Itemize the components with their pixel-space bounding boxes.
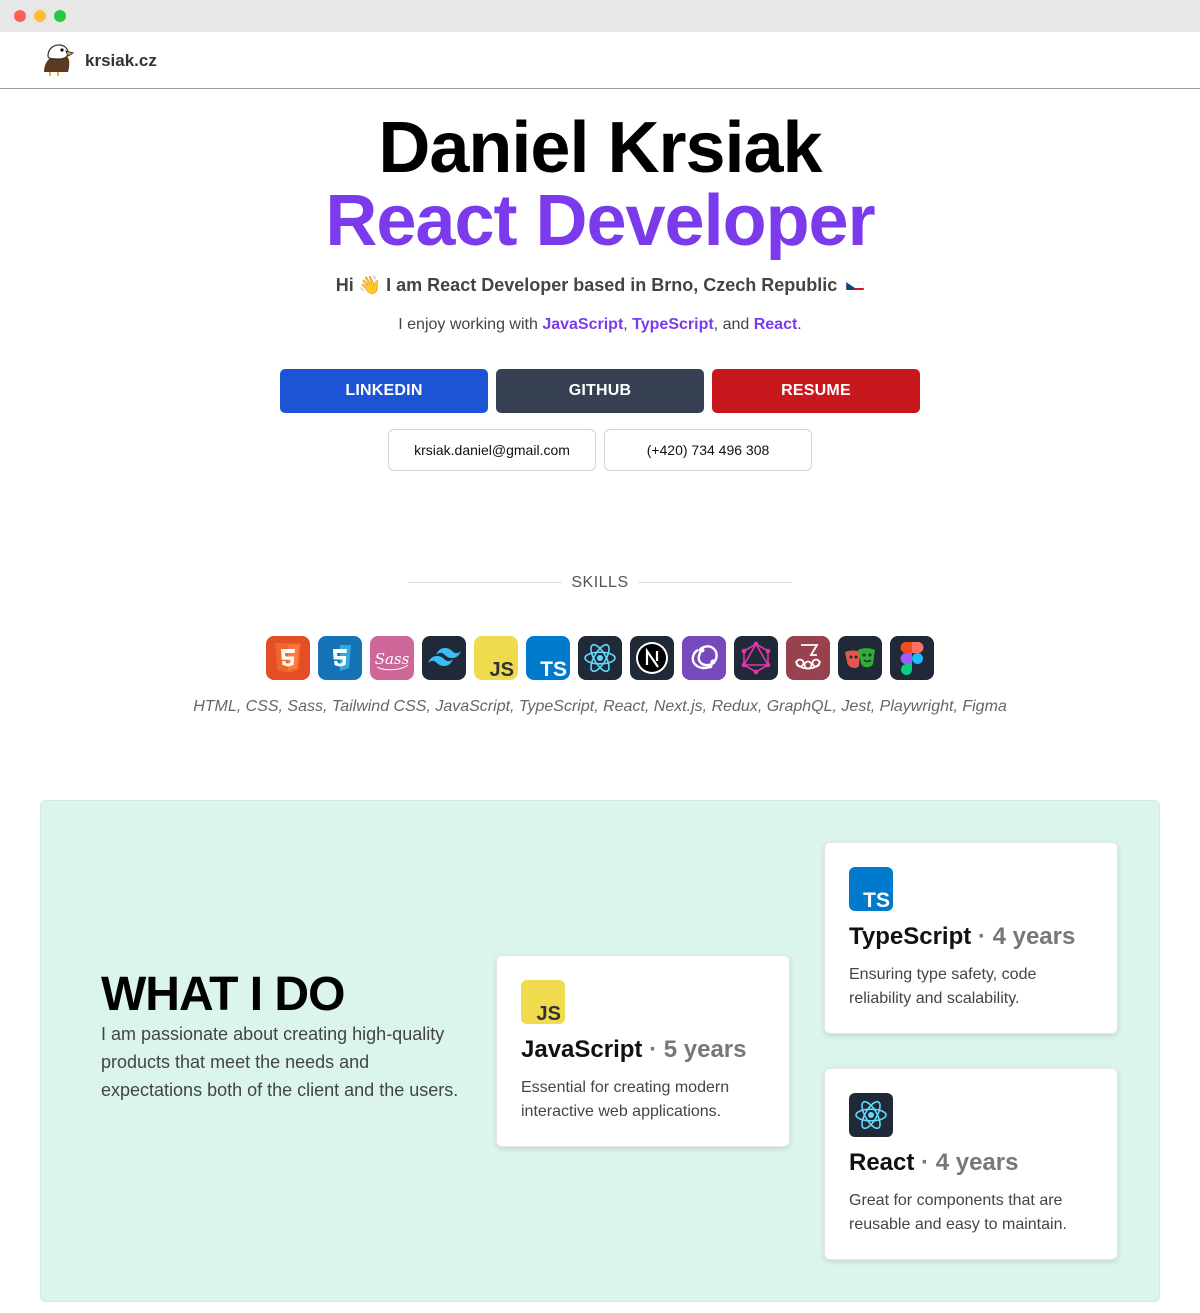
playwright-icon xyxy=(838,636,882,680)
nextjs-icon xyxy=(630,636,674,680)
javascript-icon: JS xyxy=(521,980,565,1024)
card-description: Great for components that are reusable a… xyxy=(849,1192,1067,1233)
react-icon xyxy=(578,636,622,680)
close-window-button[interactable] xyxy=(14,10,26,22)
svg-text:TS: TS xyxy=(540,658,567,680)
css3-icon xyxy=(318,636,362,680)
greeting-text: I am React Developer based in Brno, Czec… xyxy=(386,275,838,295)
skill-icons: Sass JS TS xyxy=(266,636,934,680)
eagle-icon[interactable] xyxy=(38,42,75,78)
card-years: 4 years xyxy=(992,923,1076,950)
hero-role: React Developer xyxy=(325,181,875,261)
skills-heading: SKILLS xyxy=(571,574,629,591)
jest-icon xyxy=(786,636,830,680)
html5-icon xyxy=(266,636,310,680)
card-separator: · xyxy=(914,1149,936,1176)
browser-titlebar xyxy=(0,0,1200,32)
card-title: JavaScript · 5 years xyxy=(521,1036,746,1064)
sass-icon: Sass xyxy=(370,636,414,680)
maximize-window-button[interactable] xyxy=(54,10,66,22)
minimize-window-button[interactable] xyxy=(34,10,46,22)
svg-text:JS: JS xyxy=(537,1003,561,1024)
skill-card-react: React · 4 years Great for components tha… xyxy=(824,1068,1118,1260)
waving-hand-icon: 👋 xyxy=(358,275,382,295)
linkedin-button[interactable]: LINKEDIN xyxy=(280,369,488,413)
hero-name: Daniel Krsiak xyxy=(378,108,822,188)
skill-list: HTML, CSS, Sass, Tailwind CSS, JavaScrip… xyxy=(193,698,1007,715)
card-name: TypeScript xyxy=(849,923,972,950)
tech-react: React xyxy=(753,316,798,333)
figma-icon xyxy=(890,636,934,680)
card-name: React xyxy=(849,1149,915,1176)
and-text: , and xyxy=(713,316,750,333)
what-i-do-text: I am passionate about creating high-qual… xyxy=(101,1024,459,1100)
card-description: Ensuring type safety, code reliability a… xyxy=(849,966,1037,1007)
svg-text:JS: JS xyxy=(490,659,514,680)
graphql-icon xyxy=(734,636,778,680)
site-name[interactable]: krsiak.cz xyxy=(85,51,157,71)
phone-button[interactable]: (+420) 734 496 308 xyxy=(604,429,812,471)
greeting-start: Hi xyxy=(335,275,354,295)
navbar: krsiak.cz xyxy=(0,32,1200,89)
what-i-do-title: WHAT I DO xyxy=(101,968,345,1021)
card-description: Essential for creating modern interactiv… xyxy=(521,1079,730,1120)
comma: , xyxy=(623,316,628,333)
typescript-icon: TS xyxy=(849,867,893,911)
enjoy-prefix: I enjoy working with xyxy=(398,316,538,333)
card-separator: · xyxy=(642,1036,664,1063)
skill-card-javascript: JS JavaScript · 5 years Essential for cr… xyxy=(496,955,790,1147)
tech-typescript: TypeScript xyxy=(632,316,714,333)
card-name: JavaScript xyxy=(521,1036,643,1063)
github-button[interactable]: GITHUB xyxy=(496,369,704,413)
czech-flag-icon xyxy=(846,278,865,291)
resume-button[interactable]: RESUME xyxy=(712,369,920,413)
email-button[interactable]: krsiak.daniel@gmail.com xyxy=(388,429,596,471)
svg-text:TS: TS xyxy=(863,889,890,911)
skills-divider-right xyxy=(638,582,792,583)
enjoy-text: I enjoy working with JavaScript, TypeScr… xyxy=(0,316,1200,334)
card-title: TypeScript · 4 years xyxy=(849,923,1075,951)
javascript-icon: JS xyxy=(474,636,518,680)
greeting: Hi 👋 I am React Developer based in Brno,… xyxy=(0,275,1200,296)
card-years: 4 years xyxy=(935,1149,1019,1176)
skill-card-typescript: TS TypeScript · 4 years Ensuring type sa… xyxy=(824,842,1118,1034)
period: . xyxy=(797,316,802,333)
typescript-icon: TS xyxy=(526,636,570,680)
svg-text:Sass: Sass xyxy=(375,650,410,668)
tailwind-icon xyxy=(422,636,466,680)
card-years: 5 years xyxy=(663,1036,747,1063)
redux-icon xyxy=(682,636,726,680)
card-separator: · xyxy=(971,923,993,950)
tech-javascript: JavaScript xyxy=(542,316,624,333)
card-title: React · 4 years xyxy=(849,1149,1018,1177)
react-icon xyxy=(849,1093,893,1137)
